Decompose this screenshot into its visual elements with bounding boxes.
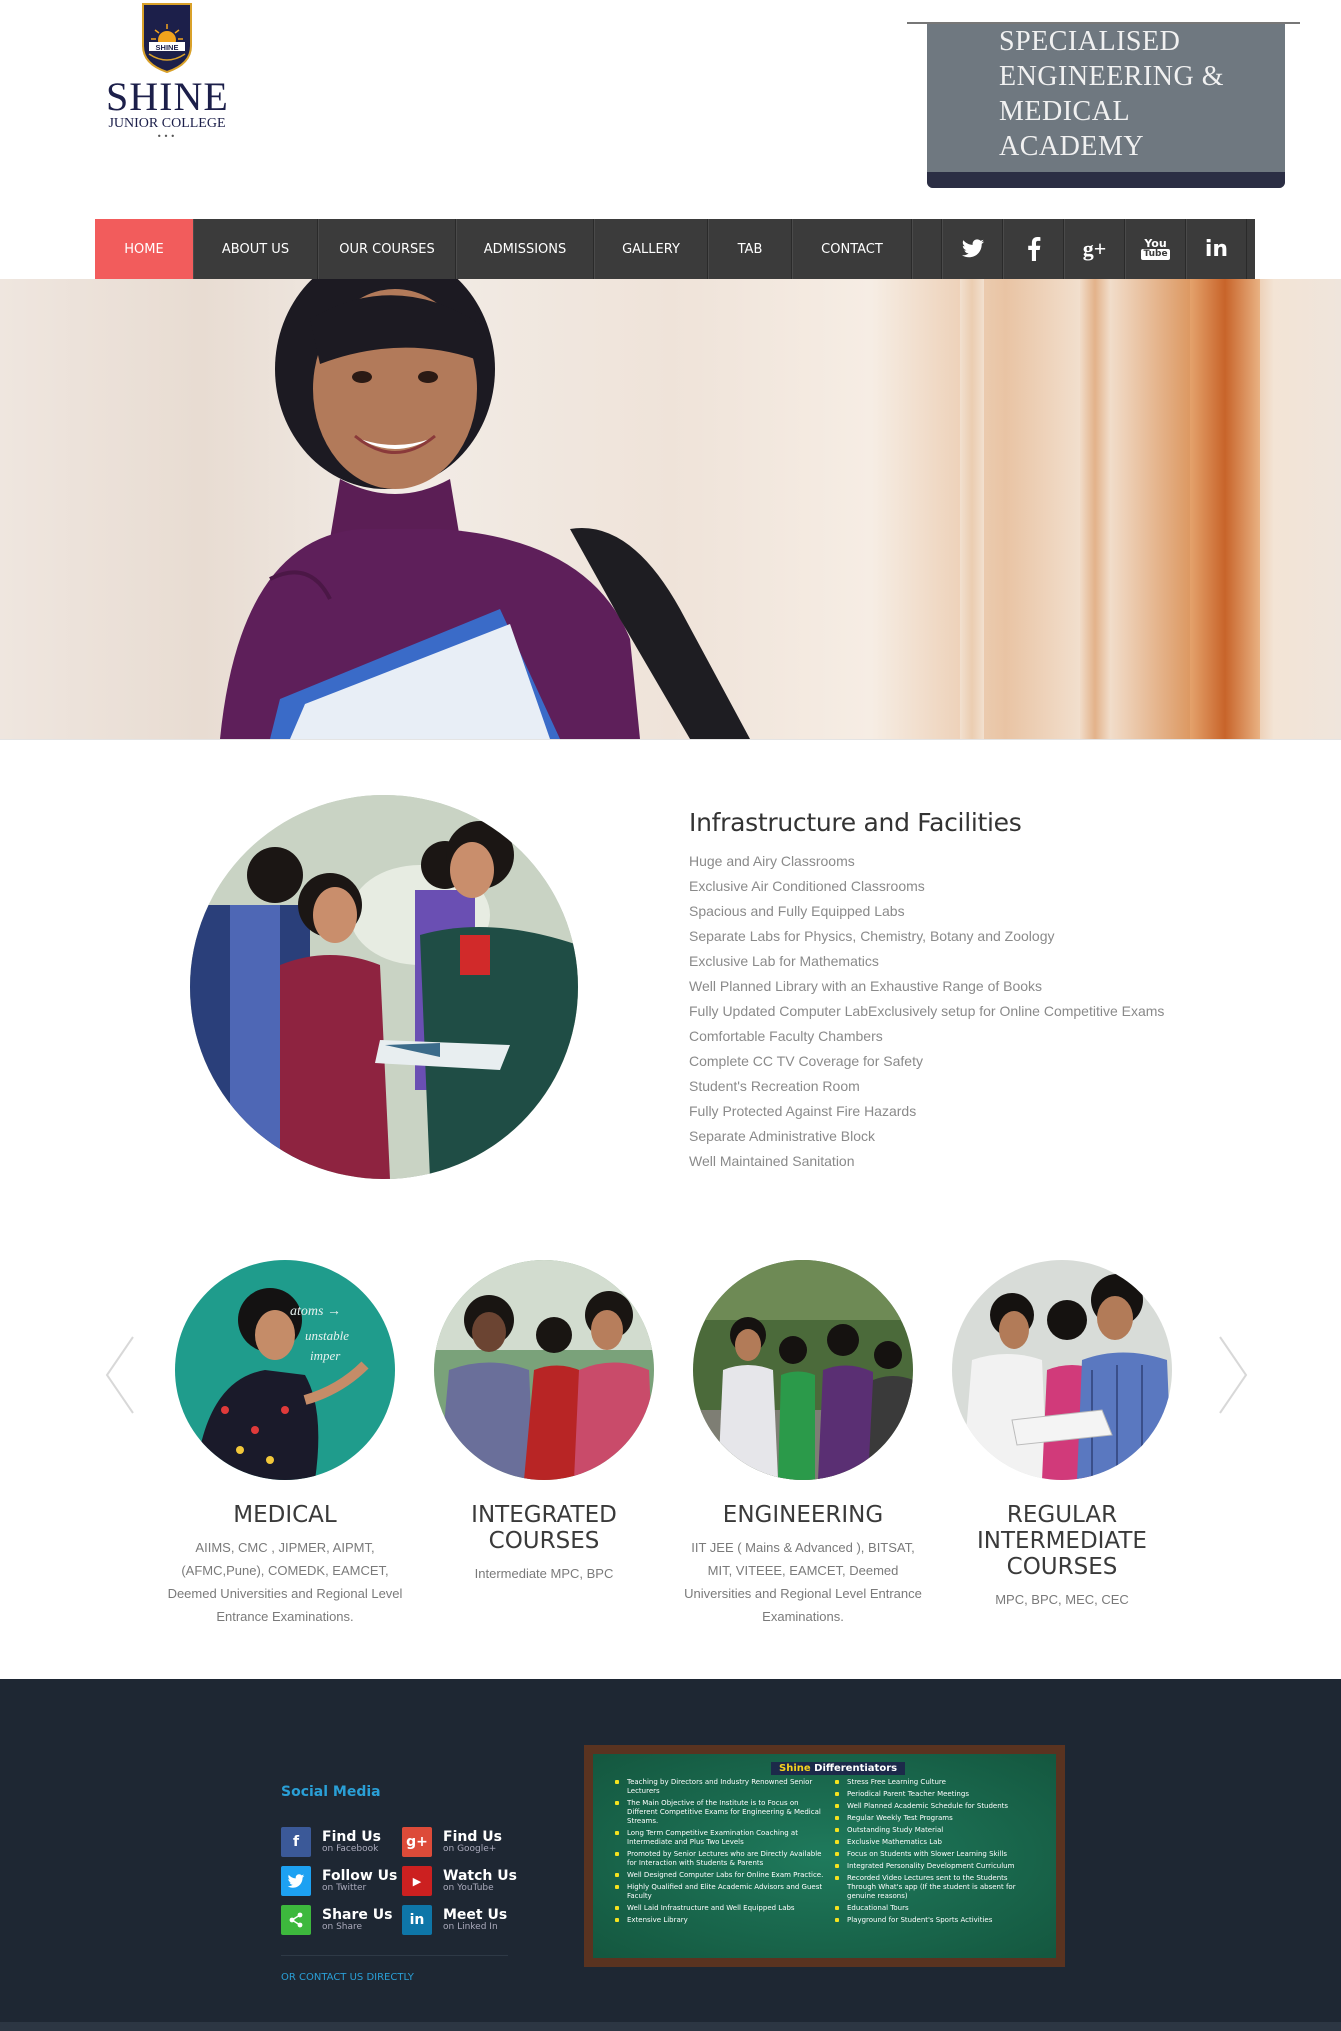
facility-item: Huge and Airy Classrooms bbox=[689, 853, 855, 869]
chalkboard-text: unstable bbox=[305, 1328, 349, 1343]
carousel-next-arrow-icon[interactable] bbox=[1218, 1335, 1248, 1415]
share-icon bbox=[281, 1905, 311, 1935]
logo-subtitle: JUNIOR COLLEGE bbox=[108, 116, 226, 131]
board-title: Shine Differentiators bbox=[771, 1762, 906, 1775]
nav-contact[interactable]: CONTACT bbox=[792, 219, 912, 279]
chalkboard-text: atoms → bbox=[290, 1304, 341, 1319]
nav-about-us[interactable]: ABOUT US bbox=[193, 219, 318, 279]
nav-home[interactable]: HOME bbox=[95, 219, 193, 279]
logo-dots: ••• bbox=[156, 132, 178, 141]
course-card-regular-intermediate[interactable]: REGULAR INTERMEDIATE COURSES MPC, BPC, M… bbox=[942, 1260, 1182, 1611]
social-youtube-link[interactable]: ▶ Watch Us on YouTube bbox=[402, 1865, 522, 1897]
students-group-photo bbox=[190, 795, 578, 1179]
nav-linkedin-icon[interactable]: in bbox=[1186, 219, 1247, 279]
banner-text: SPECIALISED ENGINEERING & MEDICAL ACADEM… bbox=[999, 26, 1225, 162]
facebook-icon: f bbox=[281, 1827, 311, 1857]
nav-tab[interactable]: TAB bbox=[708, 219, 792, 279]
course-title: REGULAR INTERMEDIATE COURSES bbox=[977, 1502, 1147, 1580]
linkedin-icon: in bbox=[402, 1905, 432, 1935]
regular-intermediate-photo bbox=[952, 1260, 1172, 1480]
carousel-prev-arrow-icon[interactable] bbox=[105, 1335, 135, 1415]
infrastructure-section: Infrastructure and Facilities Huge and A… bbox=[689, 808, 1289, 1174]
facility-item: Student's Recreation Room bbox=[689, 1078, 860, 1094]
course-card-medical[interactable]: atoms → unstable imper MEDICAL AIIMS, CM… bbox=[165, 1260, 405, 1628]
main-nav: HOME ABOUT US OUR COURSES ADMISSIONS GAL… bbox=[95, 219, 1255, 279]
course-card-engineering[interactable]: ENGINEERING IIT JEE ( Mains & Advanced )… bbox=[683, 1260, 923, 1628]
social-google-plus-link[interactable]: g+ Find Us on Google+ bbox=[402, 1826, 522, 1858]
social-twitter-link[interactable]: Follow Us on Twitter bbox=[281, 1865, 401, 1897]
facility-item: Fully Protected Against Fire Hazards bbox=[689, 1103, 917, 1119]
twitter-icon bbox=[281, 1866, 311, 1896]
facility-item: Fully Updated Computer LabExclusively se… bbox=[689, 1003, 1165, 1019]
google-plus-icon: g+ bbox=[402, 1827, 432, 1857]
nav-twitter-icon[interactable] bbox=[942, 219, 1003, 279]
facility-item: Exclusive Lab for Mathematics bbox=[689, 953, 879, 969]
infrastructure-title: Infrastructure and Facilities bbox=[689, 808, 1022, 837]
course-title: MEDICAL bbox=[233, 1502, 337, 1528]
course-description: IIT JEE ( Mains & Advanced ), BITSAT, MI… bbox=[684, 1540, 922, 1624]
nav-admissions[interactable]: ADMISSIONS bbox=[456, 219, 594, 279]
social-media-title: Social Media bbox=[281, 1784, 381, 1800]
facility-item: Separate Administrative Block bbox=[689, 1128, 875, 1144]
shield-emblem-icon: SHINE bbox=[141, 2, 193, 74]
youtube-icon: ▶ bbox=[402, 1866, 432, 1896]
nav-gallery[interactable]: GALLERY bbox=[594, 219, 708, 279]
course-title: ENGINEERING bbox=[722, 1502, 884, 1528]
differentiators-board: Shine Differentiators Teaching by Direct… bbox=[584, 1745, 1065, 1967]
social-facebook-link[interactable]: f Find Us on Facebook bbox=[281, 1826, 401, 1858]
integrated-courses-photo bbox=[434, 1260, 654, 1480]
banner-box: SPECIALISED ENGINEERING & MEDICAL ACADEM… bbox=[927, 24, 1285, 188]
nav-google-plus-icon[interactable]: g+ bbox=[1064, 219, 1125, 279]
course-card-integrated[interactable]: INTEGRATED COURSES Intermediate MPC, BPC bbox=[424, 1260, 664, 1585]
nav-our-courses[interactable]: OUR COURSES bbox=[318, 219, 456, 279]
facility-item: Complete CC TV Coverage for Safety bbox=[689, 1053, 923, 1069]
course-description: MPC, BPC, MEC, CEC bbox=[995, 1592, 1129, 1607]
student-photo bbox=[220, 279, 750, 739]
board-right-column: Stress Free Learning Culture Periodical … bbox=[835, 1778, 1035, 1928]
facilities-list: Huge and Airy Classrooms Exclusive Air C… bbox=[689, 849, 1289, 1174]
hero-image bbox=[0, 279, 1341, 739]
logo-title: SHINE bbox=[106, 74, 229, 119]
course-title: INTEGRATED COURSES bbox=[471, 1502, 617, 1554]
facility-item: Spacious and Fully Equipped Labs bbox=[689, 903, 905, 919]
facility-item: Well Planned Library with an Exhaustive … bbox=[689, 978, 1043, 994]
social-linkedin-link[interactable]: in Meet Us on Linked In bbox=[402, 1904, 522, 1936]
medical-photo: atoms → unstable imper bbox=[175, 1260, 395, 1480]
chalkboard-text: imper bbox=[310, 1348, 341, 1363]
engineering-photo bbox=[693, 1260, 913, 1480]
course-description: Intermediate MPC, BPC bbox=[474, 1566, 614, 1581]
course-description: AIIMS, CMC , JIPMER, AIPMT, (AFMC,Pune),… bbox=[167, 1540, 403, 1624]
nav-facebook-icon[interactable] bbox=[1003, 219, 1064, 279]
facility-item: Comfortable Faculty Chambers bbox=[689, 1028, 883, 1044]
facility-item: Exclusive Air Conditioned Classrooms bbox=[689, 878, 925, 894]
facility-item: Well Maintained Sanitation bbox=[689, 1153, 855, 1169]
board-left-column: Teaching by Directors and Industry Renow… bbox=[615, 1778, 825, 1928]
nav-youtube-icon[interactable]: You Tube bbox=[1125, 219, 1186, 279]
social-share-link[interactable]: Share Us on Share bbox=[281, 1904, 401, 1936]
academy-banner: SPECIALISED ENGINEERING & MEDICAL ACADEM… bbox=[907, 22, 1300, 190]
contact-us-link[interactable]: OR CONTACT US DIRECTLY bbox=[281, 1972, 414, 1983]
emblem-text: SHINE bbox=[156, 43, 179, 52]
college-logo[interactable]: SHINE SHINE JUNIOR COLLEGE ••• bbox=[106, 2, 228, 142]
facility-item: Separate Labs for Physics, Chemistry, Bo… bbox=[689, 928, 1055, 944]
